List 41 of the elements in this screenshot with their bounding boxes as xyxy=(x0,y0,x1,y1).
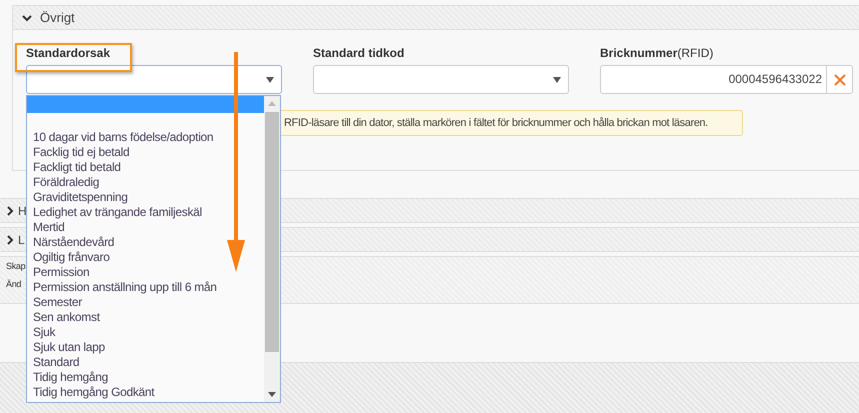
caret-icon xyxy=(266,76,274,82)
select-field[interactable] xyxy=(26,65,282,94)
scroll-thumb[interactable] xyxy=(265,112,279,352)
select-field[interactable] xyxy=(313,65,569,94)
section-header[interactable]: Övrigt xyxy=(13,6,859,30)
chevron-icon xyxy=(5,206,15,216)
dropdown-option[interactable] xyxy=(27,96,264,113)
section-title: H xyxy=(18,204,27,218)
dropdown-option[interactable]: Standard xyxy=(27,355,264,370)
dropdown-option[interactable]: Ledighet av trängande familjeskäl xyxy=(27,205,264,220)
section-title: L xyxy=(18,232,25,246)
clear-button[interactable] xyxy=(827,65,853,94)
field-label: Bricknummer(RFID) xyxy=(600,46,714,60)
dropdown-option[interactable]: Ogiltig frånvaro xyxy=(27,250,264,265)
chevron-icon xyxy=(22,12,32,22)
scroll-up-icon xyxy=(268,101,276,106)
dropdown-option[interactable]: Tidig hemgång xyxy=(27,370,264,385)
dropdown-option[interactable]: Sjuk xyxy=(27,325,264,340)
dropdown-option[interactable]: Fackligt tid betald xyxy=(27,160,264,175)
input-field[interactable]: 00004596433022 xyxy=(600,65,827,94)
dropdown-option[interactable]: Närståendevård xyxy=(27,235,264,250)
dropdown-option[interactable]: Permission anställning upp till 6 mån xyxy=(27,280,264,295)
field-label: Standard tidkod xyxy=(313,46,406,60)
meta-label: Skap xyxy=(6,261,26,271)
scroll-down-icon xyxy=(268,392,276,397)
field-label: Standardorsak xyxy=(26,46,112,60)
dropdown-option[interactable]: Permission xyxy=(27,265,264,280)
section-title: Övrigt xyxy=(40,10,75,25)
caret-icon xyxy=(553,76,561,82)
info-message: RFID-läsare till din dator, ställa markören i fältet för bricknummer och hålla brickan mot läsaren. xyxy=(284,117,708,129)
dropdown-option[interactable]: Semester xyxy=(27,295,264,310)
dropdown-option[interactable]: Sen ankomst xyxy=(27,310,264,325)
dropdown-option[interactable]: Facklig tid ej betald xyxy=(27,145,264,160)
close-icon xyxy=(834,74,846,86)
meta-label: Änd xyxy=(6,279,22,289)
dropdown-option[interactable]: Tidig hemgång Godkänt xyxy=(27,385,264,400)
dropdown-option[interactable]: Sjuk utan lapp xyxy=(27,340,264,355)
scrollbar[interactable] xyxy=(264,96,280,402)
dropdown-option[interactable]: Föräldraledig xyxy=(27,175,264,190)
dropdown-option[interactable]: 10 dagar vid barns födelse/adoption xyxy=(27,130,264,145)
chevron-icon xyxy=(5,234,15,244)
